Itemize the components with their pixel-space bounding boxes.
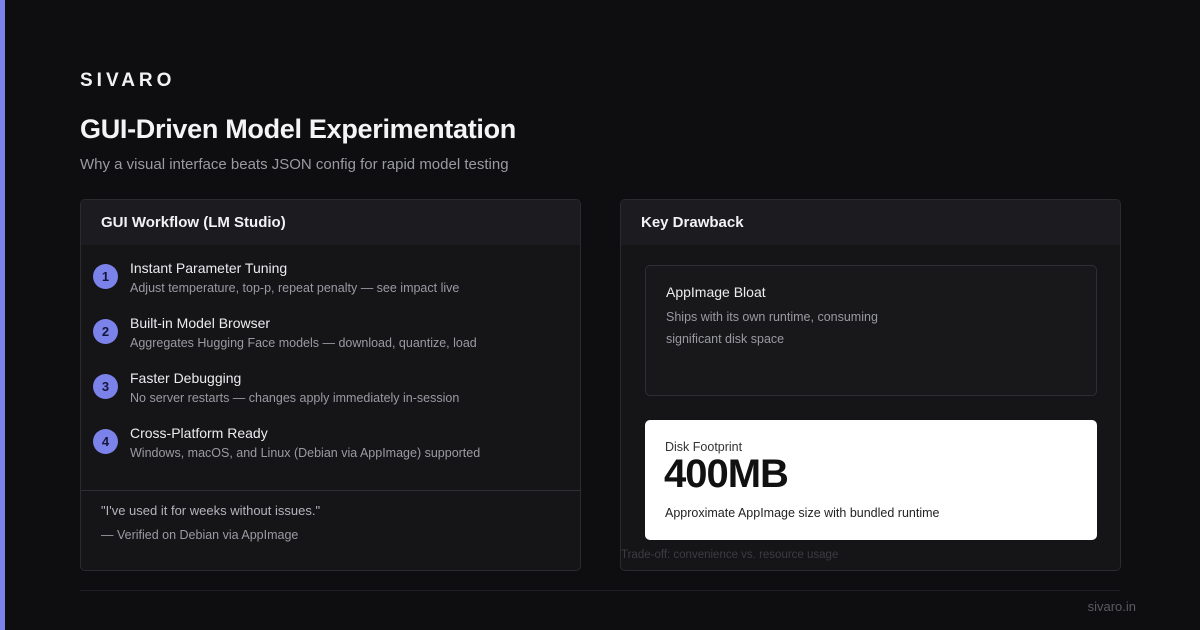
step-title: Faster Debugging	[130, 370, 242, 386]
step-title: Cross-Platform Ready	[130, 425, 268, 441]
footer-divider	[80, 590, 1120, 591]
workflow-step: 3 Faster Debugging No server restarts — …	[93, 368, 568, 423]
drawback-description: Ships with its own runtime, consuming si…	[666, 310, 878, 346]
accent-bar	[0, 0, 5, 630]
stat-note: Approximate AppImage size with bundled r…	[665, 506, 940, 520]
footer-domain: sivaro.in	[1087, 599, 1136, 614]
drawback-card-heading: Key Drawback	[621, 200, 1120, 245]
disk-footprint-stat: Disk Footprint 400MB Approximate AppImag…	[645, 420, 1097, 540]
stat-value: 400MB	[664, 452, 789, 496]
workflow-step: 4 Cross-Platform Ready Windows, macOS, a…	[93, 423, 568, 478]
step-description: No server restarts — changes apply immed…	[130, 391, 460, 405]
step-title: Built-in Model Browser	[130, 315, 271, 331]
drawback-title: AppImage Bloat	[666, 284, 766, 300]
testimonial-quote: "I've used it for weeks without issues."	[101, 503, 321, 518]
step-number-badge: 3	[93, 374, 118, 399]
page-subtitle: Why a visual interface beats JSON config…	[80, 156, 509, 173]
step-number-badge: 2	[93, 319, 118, 344]
testimonial-attribution: — Verified on Debian via AppImage	[101, 528, 299, 542]
workflow-card-heading: GUI Workflow (LM Studio)	[81, 200, 580, 245]
slide: SIVARO GUI-Driven Model Experimentation …	[0, 0, 1200, 630]
step-title: Instant Parameter Tuning	[130, 260, 288, 276]
workflow-card: GUI Workflow (LM Studio) 1 Instant Param…	[80, 199, 581, 571]
divider	[81, 490, 580, 491]
step-description: Aggregates Hugging Face models — downloa…	[130, 336, 477, 350]
step-description: Adjust temperature, top-p, repeat penalt…	[130, 281, 460, 295]
step-description: Windows, macOS, and Linux (Debian via Ap…	[130, 446, 481, 460]
step-number-badge: 1	[93, 264, 118, 289]
workflow-step: 2 Built-in Model Browser Aggregates Hugg…	[93, 313, 568, 368]
step-number-badge: 4	[93, 429, 118, 454]
brand-logo: SIVARO	[80, 70, 176, 91]
drawback-card: Key Drawback AppImage Bloat Ships with i…	[620, 199, 1121, 571]
workflow-step: 1 Instant Parameter Tuning Adjust temper…	[93, 258, 568, 313]
workflow-step-list: 1 Instant Parameter Tuning Adjust temper…	[93, 258, 568, 478]
page-title: GUI-Driven Model Experimentation	[80, 114, 516, 144]
drawback-item: AppImage Bloat Ships with its own runtim…	[645, 265, 1097, 396]
tradeoff-caption: Trade-off: convenience vs. resource usag…	[621, 549, 839, 561]
